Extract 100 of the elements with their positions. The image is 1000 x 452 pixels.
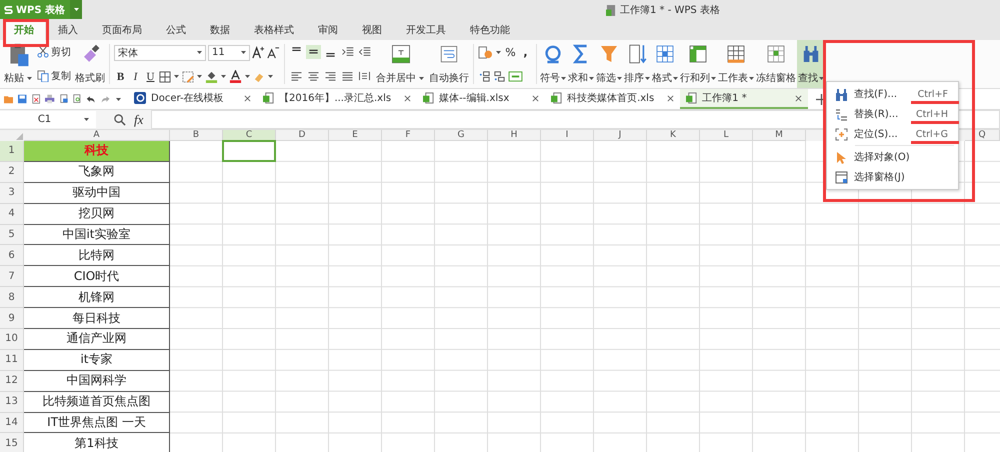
ribbon-button[interactable]: 符号 — [539, 40, 567, 88]
column-header[interactable]: H — [488, 130, 541, 141]
format-painter-button[interactable]: 格式刷 — [73, 40, 107, 88]
menu-item[interactable]: 替换(R)... Ctrl+H — [827, 104, 958, 124]
ribbon-button[interactable]: 冻结窗格 — [755, 40, 797, 88]
close-icon[interactable] — [404, 94, 412, 102]
menu-item[interactable]: 选择窗格(J) — [827, 167, 958, 187]
menu-item[interactable]: 查找(F)... Ctrl+F — [827, 84, 958, 104]
row-header[interactable]: 2 — [0, 162, 24, 183]
percent-button[interactable]: % — [504, 46, 517, 58]
zoom-page-icon[interactable] — [72, 94, 82, 104]
close-icon[interactable] — [244, 94, 251, 102]
ribbon-button[interactable]: 格式 — [651, 40, 679, 88]
shrink-font-icon[interactable] — [267, 46, 280, 60]
row-header[interactable]: 13 — [0, 392, 24, 413]
document-tab[interactable]: Docer-在线模板 — [128, 89, 257, 109]
borders-icon[interactable] — [159, 70, 171, 83]
close-icon[interactable] — [795, 94, 802, 102]
column-header[interactable]: A — [24, 130, 170, 141]
function-label[interactable]: fx — [134, 112, 144, 128]
print-icon[interactable] — [45, 94, 54, 104]
document-tab[interactable]: 科技类媒体首页.xls — [545, 89, 680, 109]
ribbon-button[interactable]: 行和列 — [679, 40, 717, 88]
row-header[interactable]: 8 — [0, 287, 24, 308]
ribbon-button[interactable]: 筛选 — [595, 40, 623, 88]
number-format-icon[interactable] — [508, 70, 523, 82]
row-header[interactable]: 6 — [0, 245, 24, 266]
ribbon-tab[interactable]: 特色功能 — [459, 19, 521, 40]
copy-button[interactable]: 复制 — [37, 69, 71, 83]
outdent-icon[interactable] — [357, 45, 372, 59]
document-tab[interactable]: 媒体--编辑.xlsx — [417, 89, 546, 109]
italic-button[interactable]: I — [129, 70, 142, 83]
increase-decimal-icon[interactable] — [478, 70, 491, 82]
cell-style-icon[interactable] — [182, 70, 194, 83]
undo-icon[interactable] — [86, 94, 96, 104]
row-header[interactable]: 11 — [0, 350, 24, 371]
print-preview-icon[interactable] — [60, 94, 68, 104]
ribbon-tab[interactable]: 数据 — [199, 19, 241, 40]
font-color-icon[interactable] — [229, 70, 242, 84]
column-header[interactable]: L — [700, 130, 753, 141]
row-header[interactable]: 4 — [0, 204, 24, 225]
close-icon[interactable] — [667, 94, 674, 102]
merge-center-button[interactable]: 合并居中 — [374, 40, 427, 88]
row-header[interactable]: 5 — [0, 224, 24, 246]
app-menu-dropdown[interactable] — [70, 0, 82, 19]
export-pdf-icon[interactable] — [32, 94, 40, 104]
ribbon-button[interactable]: 排序 — [623, 40, 651, 88]
column-header[interactable]: F — [382, 130, 435, 141]
grow-font-icon[interactable] — [252, 46, 265, 60]
column-header[interactable]: J — [594, 130, 647, 141]
thousands-separator-button[interactable]: , — [519, 46, 532, 58]
document-tab[interactable]: 工作簿1 * — [680, 89, 808, 109]
font-size-dropdown[interactable]: 11 — [208, 44, 250, 61]
distribute-icon[interactable] — [357, 69, 372, 83]
column-header[interactable]: D — [276, 130, 329, 141]
row-header[interactable]: 1 — [0, 141, 24, 162]
cut-button[interactable]: 剪切 — [37, 45, 71, 59]
currency-format-icon[interactable] — [478, 46, 493, 58]
column-header[interactable]: E — [329, 130, 382, 141]
row-header[interactable]: 7 — [0, 266, 24, 288]
column-header[interactable]: K — [647, 130, 700, 141]
underline-button[interactable]: U — [144, 70, 157, 83]
bold-button[interactable]: B — [114, 70, 127, 83]
paste-button[interactable]: 粘贴 — [2, 40, 35, 88]
indent-icon[interactable] — [340, 45, 355, 59]
document-tab[interactable]: 【2016年】...录汇总.xls — [257, 89, 418, 109]
row-header[interactable]: 10 — [0, 329, 24, 350]
find-button[interactable]: 查找 — [797, 40, 825, 88]
column-header[interactable]: C — [223, 130, 276, 141]
column-header[interactable]: M — [753, 130, 806, 141]
column-header[interactable]: Q — [965, 130, 1000, 141]
name-box[interactable]: C1 — [0, 111, 96, 128]
font-name-dropdown[interactable]: 宋体 — [114, 44, 206, 61]
column-header[interactable]: I — [541, 130, 594, 141]
ribbon-tab[interactable]: 公式 — [155, 19, 197, 40]
column-header[interactable]: B — [170, 130, 223, 141]
close-icon[interactable] — [532, 94, 540, 102]
menu-item[interactable]: 定位(S)... Ctrl+G — [827, 124, 958, 144]
vertical-align-icon[interactable] — [306, 45, 321, 59]
ribbon-tab[interactable]: 视图 — [351, 19, 393, 40]
ribbon-button[interactable]: 工作表 — [717, 40, 755, 88]
decrease-decimal-icon[interactable] — [493, 70, 506, 82]
column-header[interactable]: G — [435, 130, 488, 141]
wrap-text-button[interactable]: 自动换行 — [427, 40, 471, 88]
ribbon-tab[interactable]: 插入 — [47, 19, 89, 40]
cell-cursor[interactable] — [222, 140, 276, 162]
row-header[interactable]: 9 — [0, 308, 24, 330]
row-header[interactable]: 14 — [0, 412, 24, 434]
zoom-icon[interactable] — [114, 114, 126, 126]
fill-color-icon[interactable] — [205, 70, 218, 84]
save-icon[interactable] — [18, 94, 27, 104]
menu-item[interactable]: 选择对象(O) — [827, 147, 958, 167]
ribbon-tab[interactable]: 页面布局 — [91, 19, 153, 40]
ribbon-tab[interactable]: 表格样式 — [243, 19, 305, 40]
ribbon-button[interactable]: 求和 — [567, 40, 595, 88]
row-header[interactable]: 12 — [0, 370, 24, 392]
ribbon-tab[interactable]: 开发工具 — [395, 19, 457, 40]
row-header[interactable]: 3 — [0, 182, 24, 204]
ribbon-tab[interactable]: 审阅 — [307, 19, 349, 40]
app-menu-button[interactable]: WPS 表格 — [0, 0, 70, 19]
